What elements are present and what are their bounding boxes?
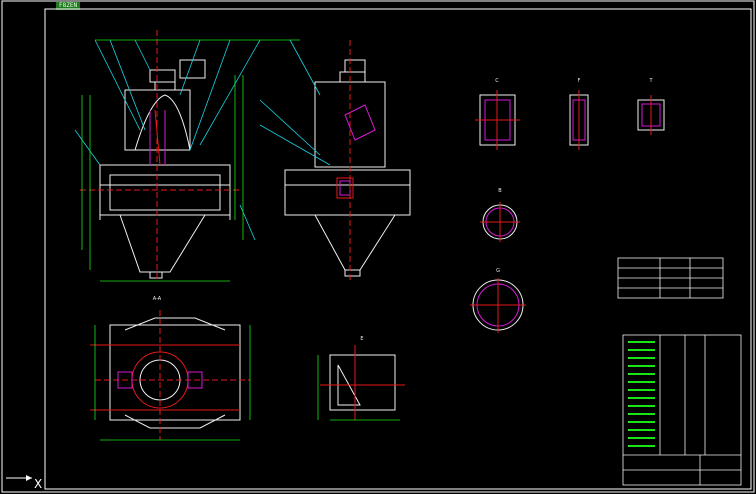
front-view-dims [81, 39, 300, 282]
view-labels: A-A C F T E B G [153, 78, 654, 342]
drawing-border [1, 0, 755, 493]
section-label: A-A [153, 296, 162, 302]
side-view-leaders [259, 39, 331, 166]
detail-label-e: E [360, 336, 363, 342]
side-view-accents [336, 40, 376, 280]
detail-c [475, 90, 520, 150]
circle-detail-b [480, 202, 520, 242]
side-view [284, 59, 411, 277]
parts-list-text-marks [628, 341, 655, 447]
cad-viewport[interactable]: F8ZEN A-A C F T E B G X [0, 0, 756, 494]
detail-f [569, 90, 589, 150]
drawing-canvas[interactable]: A-A C F T E B G [0, 0, 756, 494]
ucs-x-label: X [34, 477, 43, 491]
detail-label-f: F [578, 78, 581, 84]
section-a-a [90, 310, 250, 440]
detail-label-c: C [495, 78, 499, 84]
circle-label-g: G [496, 268, 500, 274]
front-view-red [80, 30, 240, 280]
tech-table [617, 257, 724, 299]
detail-t [637, 95, 665, 135]
detail-e [320, 345, 405, 420]
ucs-icon [6, 475, 32, 481]
circle-label-b: B [498, 188, 502, 194]
circle-detail-g [470, 278, 526, 333]
detail-label-t: T [648, 78, 653, 84]
